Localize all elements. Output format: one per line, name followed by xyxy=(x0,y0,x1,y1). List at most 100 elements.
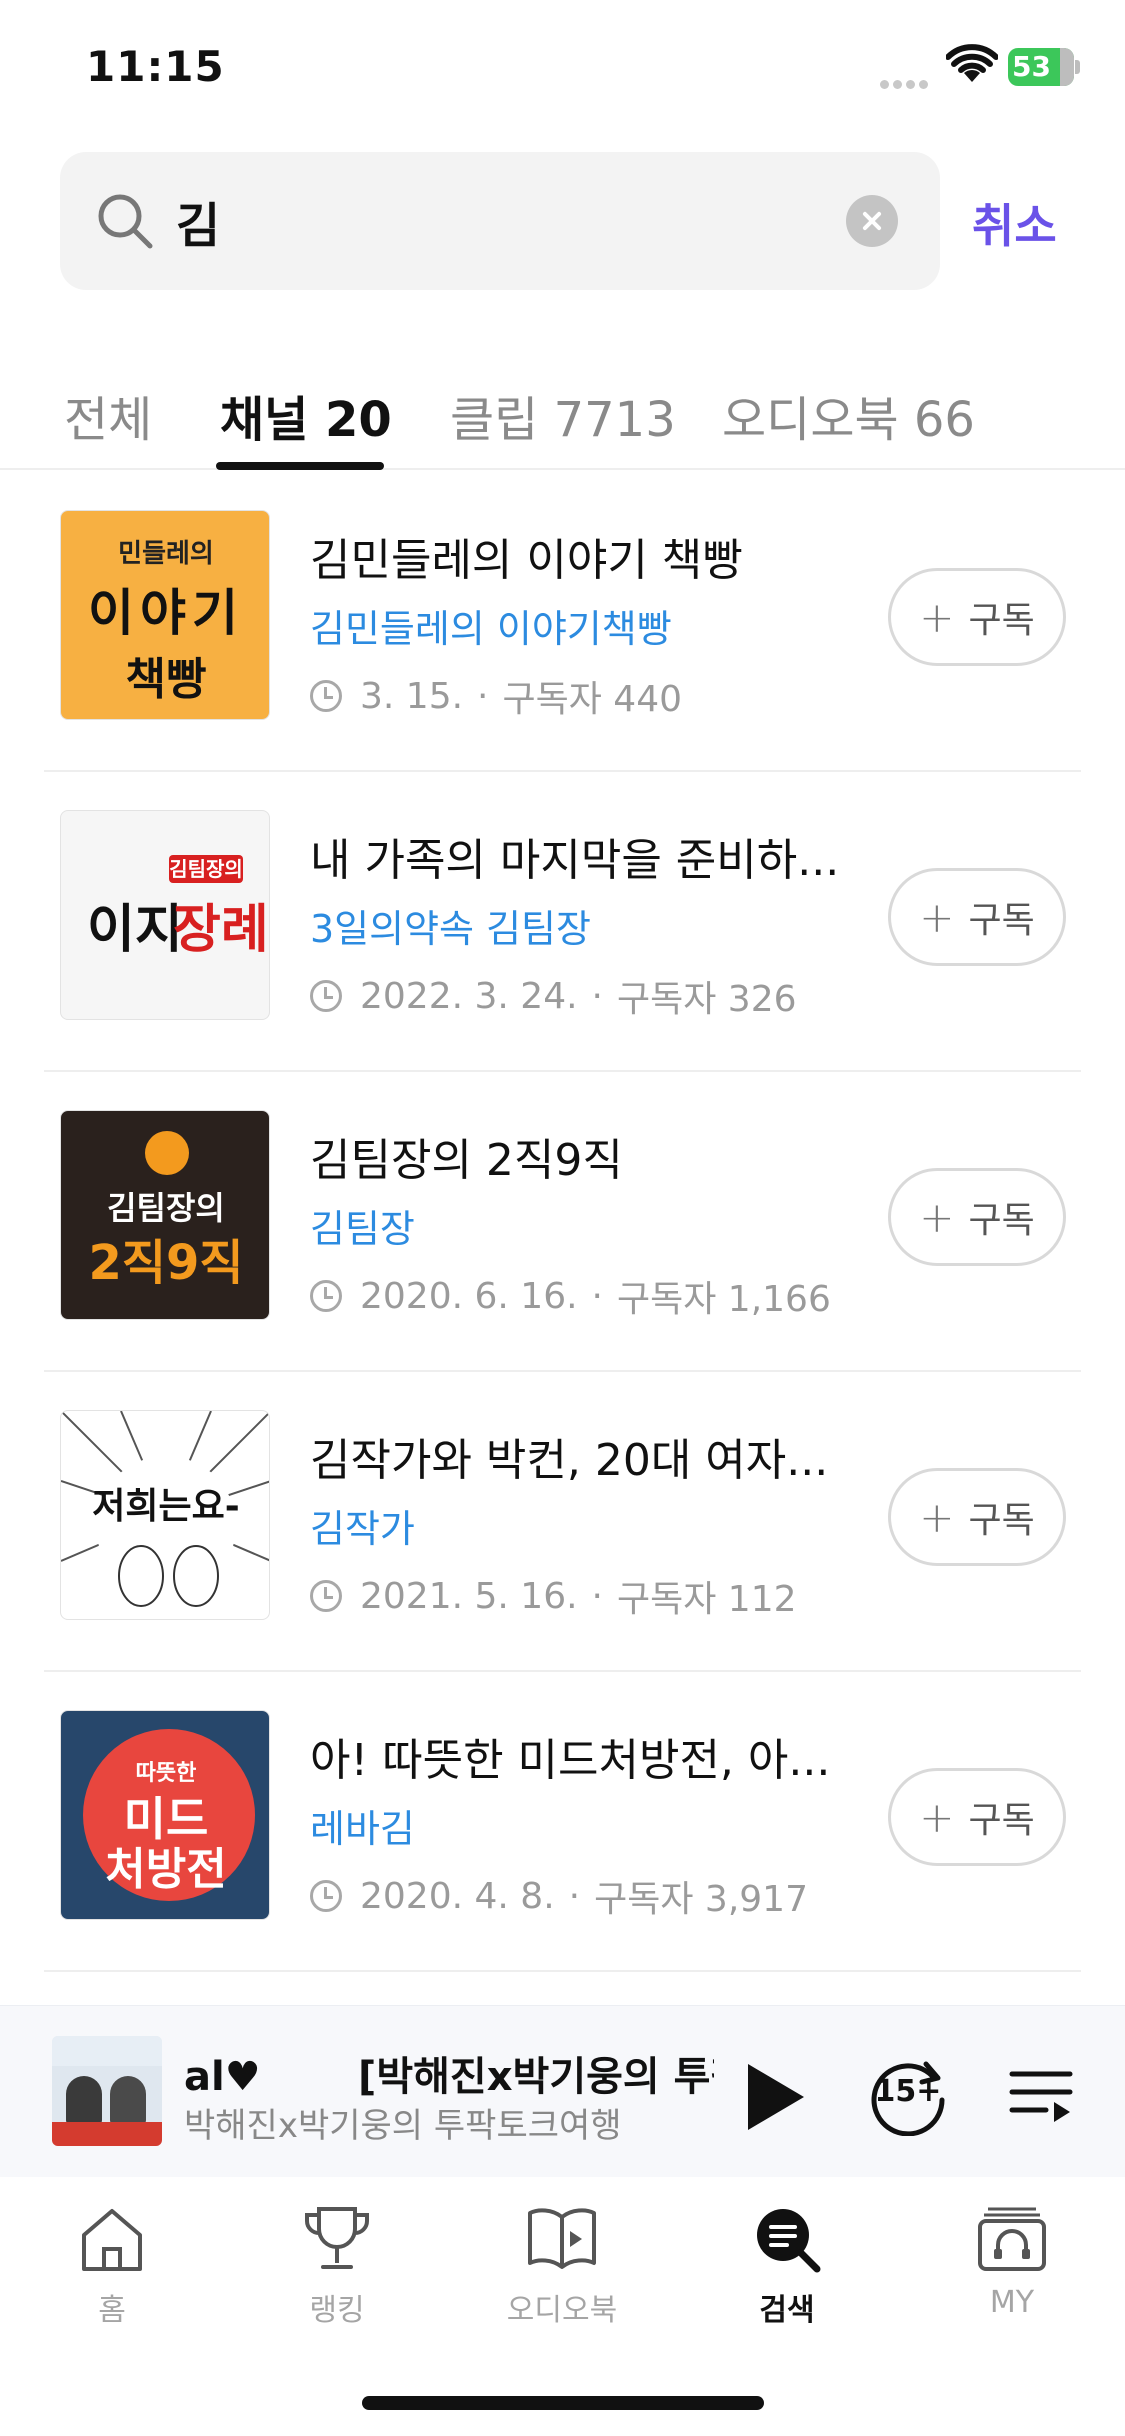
plus-icon: + xyxy=(919,1492,955,1542)
playlist-queue-icon[interactable] xyxy=(1008,2062,1074,2128)
channel-date: 2022. 3. 24. xyxy=(360,975,578,1017)
thumb-text: 장례 xyxy=(173,900,269,960)
channel-author[interactable]: 3일의약속 김팀장 xyxy=(310,898,591,953)
channel-author[interactable]: 김작가 xyxy=(310,1498,415,1553)
skip-label: 15+ xyxy=(874,2074,942,2109)
player-title-text: [박해진x박기웅의 투팍 xyxy=(358,2054,714,2100)
subscribe-label: 구독 xyxy=(968,900,1035,941)
subscribe-label: 구독 xyxy=(968,1800,1035,1841)
divider xyxy=(44,1970,1081,1972)
player-album-art[interactable] xyxy=(52,2036,162,2146)
wifi-icon xyxy=(946,44,998,82)
channel-title[interactable]: 김민들레의 이야기 책빵 xyxy=(310,524,850,588)
active-tab-indicator xyxy=(216,462,384,470)
nav-ranking[interactable]: 랭킹 xyxy=(257,2201,417,2329)
channel-meta: 3. 15. · 구독자 440 xyxy=(310,670,682,722)
plus-icon: + xyxy=(919,1792,955,1842)
clock-icon xyxy=(310,680,342,712)
avatar xyxy=(145,1131,189,1175)
thumb-text: 2직9직 xyxy=(88,1235,244,1291)
subscribe-button[interactable]: + 구독 xyxy=(888,1468,1066,1566)
channel-title[interactable]: 아! 따뜻한 미드처방전, 아... xyxy=(310,1724,850,1788)
list-item[interactable]: 저희는요- 김작가와 박컨, 20대 여자... 김작가 2021. 5. 16… xyxy=(0,1372,1125,1672)
channel-thumbnail: 저희는요- xyxy=(60,1410,270,1620)
channel-subscribers: 구독자 440 xyxy=(502,679,683,720)
subscribe-label: 구독 xyxy=(968,1500,1035,1541)
plus-icon: + xyxy=(919,592,955,642)
list-item[interactable]: 김팀장의 2직9직 김팀장의 2직9직 김팀장 2020. 6. 16. · 구… xyxy=(0,1072,1125,1372)
list-item[interactable]: 민들레의 이야기 책빵 김민들레의 이야기 책빵 김민들레의 이야기책빵 3. … xyxy=(0,472,1125,772)
trophy-icon xyxy=(305,2207,369,2269)
subscribe-button[interactable]: + 구독 xyxy=(888,568,1066,666)
channel-meta: 2020. 6. 16. · 구독자 1,166 xyxy=(310,1270,831,1322)
thumb-text: 이지 xyxy=(87,900,183,960)
channel-title[interactable]: 김작가와 박컨, 20대 여자... xyxy=(310,1424,850,1488)
tab-clip[interactable]: 클립 7713 xyxy=(450,380,676,450)
search-query[interactable]: 김 xyxy=(176,186,220,256)
tab-audiobook[interactable]: 오디오북 66 xyxy=(722,380,975,450)
channel-thumbnail: 민들레의 이야기 책빵 xyxy=(60,510,270,720)
player-title-prefix: al♥ xyxy=(184,2054,261,2100)
thumb-text: 책빵 xyxy=(125,654,207,705)
channel-subscribers: 구독자 1,166 xyxy=(617,1279,831,1320)
subscribe-button[interactable]: + 구독 xyxy=(888,1168,1066,1266)
nav-label: 검색 xyxy=(759,2293,815,2328)
channel-title[interactable]: 김팀장의 2직9직 xyxy=(310,1124,850,1188)
battery-icon: 53 xyxy=(1008,48,1080,86)
subscribe-label: 구독 xyxy=(968,600,1035,641)
status-time: 11:15 xyxy=(86,42,225,91)
channel-thumbnail: 따뜻한 미드 처방전 xyxy=(60,1710,270,1920)
nav-home[interactable]: 홈 xyxy=(32,2201,192,2329)
channel-date: 2020. 4. 8. xyxy=(360,1875,555,1917)
subscribe-button[interactable]: + 구독 xyxy=(888,1768,1066,1866)
tab-channel[interactable]: 채널 20 xyxy=(220,380,392,450)
list-item[interactable]: 김팀장의 이지 장례 내 가족의 마지막을 준비하... 3일의약속 김팀장 2… xyxy=(0,772,1125,1072)
clock-icon xyxy=(310,980,342,1012)
search-icon xyxy=(757,2209,821,2273)
thumb-text: 이야기 xyxy=(88,584,244,642)
mini-player[interactable]: al♥ [박해진x박기웅의 투팍 박해진x박기웅의 투팍토크여행 15+ xyxy=(0,2005,1125,2177)
nav-label: 오디오북 xyxy=(506,2293,618,2328)
clock-icon xyxy=(310,1580,342,1612)
battery-level: 53 xyxy=(1012,50,1051,83)
channel-subscribers: 구독자 3,917 xyxy=(594,1879,808,1920)
channel-thumbnail: 김팀장의 이지 장례 xyxy=(60,810,270,1020)
search-icon xyxy=(98,194,153,249)
nav-my[interactable]: MY xyxy=(932,2201,1092,2320)
player-subtitle: 박해진x박기웅의 투팍토크여행 xyxy=(184,2106,622,2146)
channel-author[interactable]: 김민들레의 이야기책빵 xyxy=(310,598,672,653)
channel-author[interactable]: 레바김 xyxy=(310,1798,415,1853)
result-tabs: 전체 채널 20 클립 7713 오디오북 66 xyxy=(0,370,1125,470)
skip-forward-button[interactable]: 15+ xyxy=(866,2052,950,2137)
subscribe-label: 구독 xyxy=(968,1200,1035,1241)
clear-search-button[interactable] xyxy=(846,195,898,247)
plus-icon: + xyxy=(919,892,955,942)
channel-title[interactable]: 내 가족의 마지막을 준비하... xyxy=(310,824,850,888)
nav-audiobook[interactable]: 오디오북 xyxy=(482,2201,642,2329)
channel-subscribers: 구독자 112 xyxy=(617,1579,797,1620)
channel-meta: 2022. 3. 24. · 구독자 326 xyxy=(310,970,797,1022)
channel-date: 2021. 5. 16. xyxy=(360,1575,578,1617)
thumb-text: 김팀장의 xyxy=(169,855,243,883)
list-item[interactable]: 따뜻한 미드 처방전 아! 따뜻한 미드처방전, 아... 레바김 2020. … xyxy=(0,1672,1125,1972)
home-icon xyxy=(82,2209,142,2271)
tab-all[interactable]: 전체 xyxy=(64,380,152,450)
clock-icon xyxy=(310,1280,342,1312)
channel-author[interactable]: 김팀장 xyxy=(310,1198,415,1253)
channel-subscribers: 구독자 326 xyxy=(617,979,797,1020)
plus-icon: + xyxy=(919,1192,955,1242)
nav-label: 랭킹 xyxy=(309,2293,365,2328)
search-input[interactable]: 김 xyxy=(60,152,940,290)
cellular-signal-icon xyxy=(880,74,936,89)
thumb-text: 저희는요- xyxy=(92,1486,240,1527)
status-bar: 11:15 53 xyxy=(0,0,1125,140)
channel-meta: 2020. 4. 8. · 구독자 3,917 xyxy=(310,1870,808,1922)
player-title[interactable]: al♥ [박해진x박기웅의 투팍 xyxy=(184,2044,714,2102)
play-icon[interactable] xyxy=(742,2060,808,2134)
home-indicator[interactable] xyxy=(362,2396,764,2410)
subscribe-button[interactable]: + 구독 xyxy=(888,868,1066,966)
thumb-text: 처방전 xyxy=(105,1844,227,1895)
thumb-text: 민들레의 xyxy=(118,539,214,569)
nav-search[interactable]: 검색 xyxy=(707,2201,867,2329)
cancel-button[interactable]: 취소 xyxy=(972,190,1057,256)
